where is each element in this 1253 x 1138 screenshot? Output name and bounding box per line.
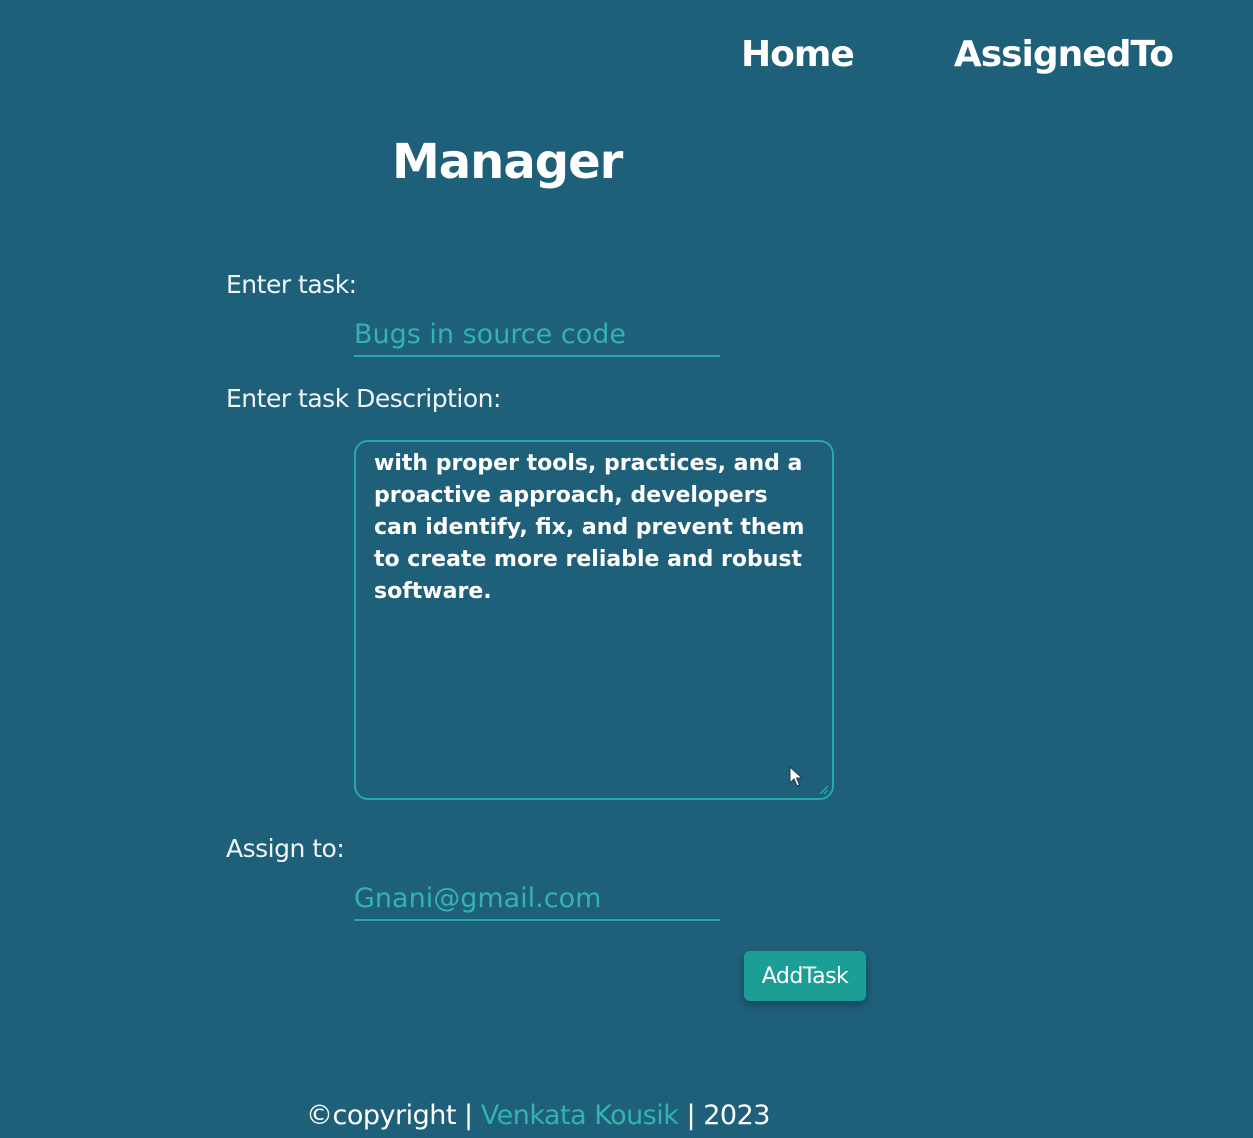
mouse-pointer-icon: [789, 766, 803, 787]
description-label: Enter task Description:: [226, 384, 501, 413]
top-nav: Home AssignedTo: [741, 34, 1174, 75]
resize-handle-icon[interactable]: [818, 784, 828, 794]
description-textarea[interactable]: with proper tools, practices, and a proa…: [354, 440, 834, 800]
footer-separator: |: [686, 1100, 696, 1131]
task-label: Enter task:: [226, 270, 357, 299]
assign-label: Assign to:: [226, 834, 345, 863]
add-task-button[interactable]: AddTask: [744, 951, 866, 1001]
footer-separator: |: [464, 1100, 473, 1131]
footer-author: Venkata Kousik: [480, 1100, 679, 1131]
page-title: Manager: [392, 134, 623, 190]
task-input[interactable]: [354, 313, 720, 357]
footer-copyright: ©copyright: [306, 1100, 456, 1131]
footer: ©copyright | Venkata Kousik | 2023: [306, 1100, 770, 1131]
assign-email-input[interactable]: [354, 877, 720, 921]
footer-year: 2023: [703, 1100, 770, 1131]
nav-assigned-to-link[interactable]: AssignedTo: [954, 34, 1174, 75]
nav-home-link[interactable]: Home: [741, 34, 855, 75]
